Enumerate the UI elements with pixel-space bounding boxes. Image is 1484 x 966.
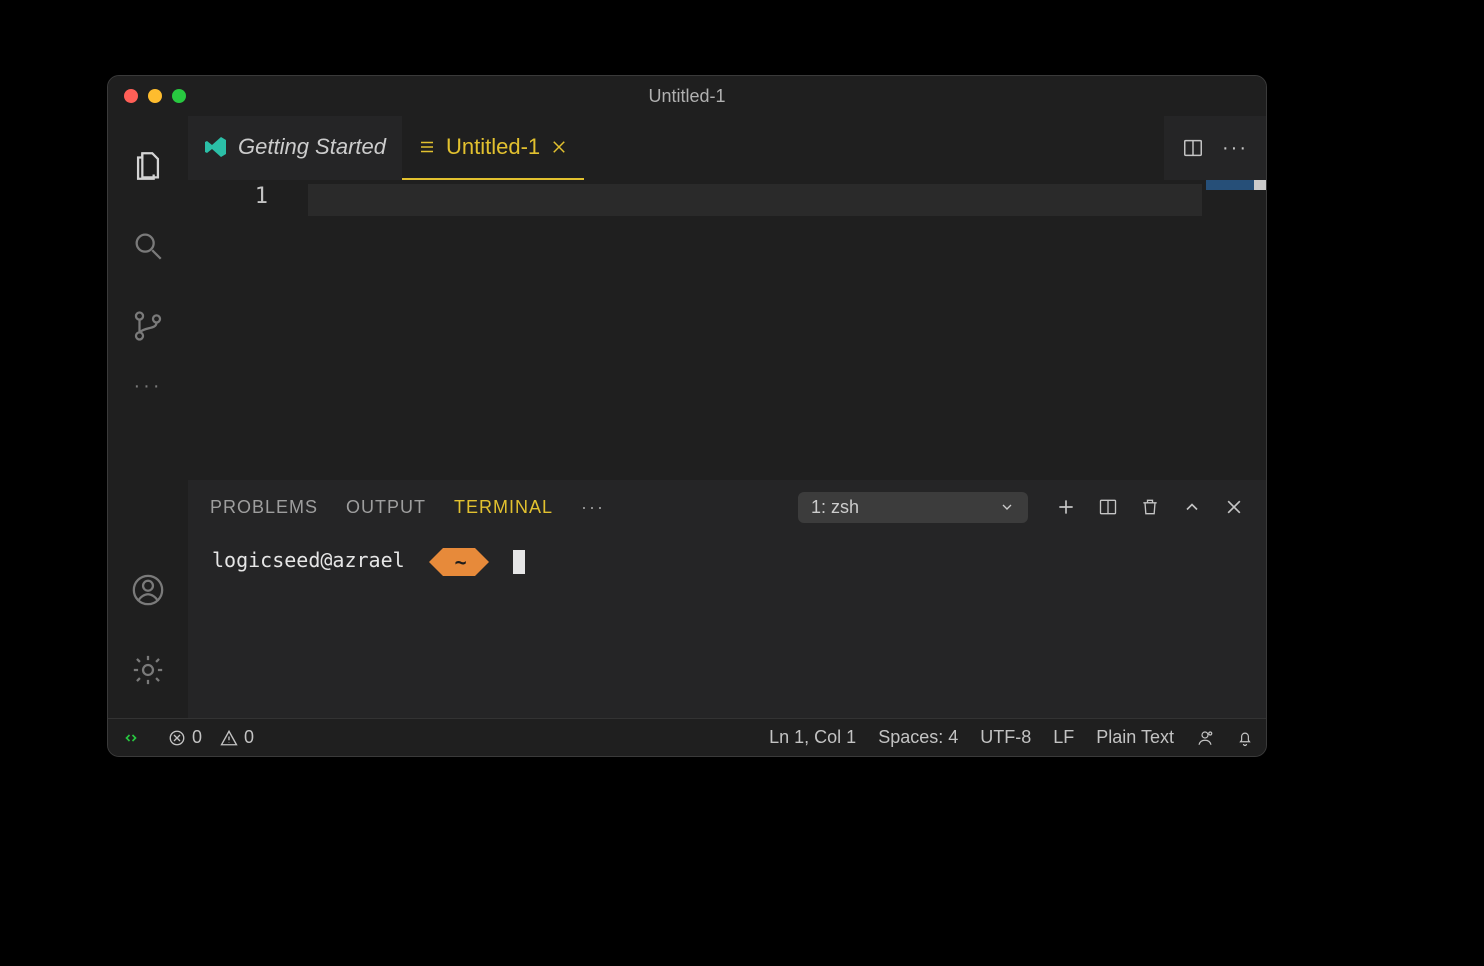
maximize-panel-button[interactable] <box>1182 497 1202 517</box>
split-icon <box>1182 137 1204 159</box>
activity-bar: ··· <box>108 116 188 718</box>
tab-getting-started[interactable]: Getting Started <box>188 116 402 180</box>
line-gutter: 1 <box>188 180 308 480</box>
text-editor[interactable]: 1 <box>188 180 1266 480</box>
branch-icon <box>131 309 165 343</box>
split-terminal-button[interactable] <box>1098 497 1118 517</box>
menu-icon <box>418 138 436 156</box>
terminal-prompt-path: ~ <box>443 548 475 576</box>
feedback-button[interactable] <box>1196 729 1214 747</box>
terminal-prompt-user: logicseed@azrael <box>212 548 405 572</box>
terminal-cursor <box>513 550 525 574</box>
window-title: Untitled-1 <box>108 86 1266 107</box>
trash-icon <box>1140 497 1160 517</box>
panel-tab-output[interactable]: OUTPUT <box>346 497 426 518</box>
eol[interactable]: LF <box>1053 727 1074 748</box>
new-terminal-button[interactable] <box>1056 497 1076 517</box>
close-tab-button[interactable] <box>550 138 568 156</box>
minimize-window-button[interactable] <box>148 89 162 103</box>
encoding[interactable]: UTF-8 <box>980 727 1031 748</box>
line-number: 1 <box>188 184 268 209</box>
close-icon <box>1224 497 1244 517</box>
source-control-tab[interactable] <box>108 286 188 366</box>
error-icon <box>168 729 186 747</box>
language-mode[interactable]: Plain Text <box>1096 727 1174 748</box>
vscode-window: Untitled-1 <box>107 75 1267 757</box>
search-tab[interactable] <box>108 206 188 286</box>
warnings-count: 0 <box>244 727 254 748</box>
warnings-button[interactable]: 0 <box>220 727 254 748</box>
tab-untitled-1[interactable]: Untitled-1 <box>402 116 584 180</box>
panel-header: PROBLEMS OUTPUT TERMINAL ··· 1: zsh <box>188 480 1266 534</box>
bottom-panel: PROBLEMS OUTPUT TERMINAL ··· 1: zsh <box>188 480 1266 718</box>
gear-icon <box>131 653 165 687</box>
minimap[interactable] <box>1206 180 1266 480</box>
traffic-lights <box>124 89 186 103</box>
title-bar: Untitled-1 <box>108 76 1266 116</box>
editor-more-button[interactable]: ··· <box>1222 137 1248 160</box>
terminal-selector[interactable]: 1: zsh <box>798 492 1028 523</box>
close-panel-button[interactable] <box>1224 497 1244 517</box>
split-icon <box>1098 497 1118 517</box>
chevron-up-icon <box>1182 497 1202 517</box>
tabs-row: Getting Started Untitled-1 ··· <box>188 116 1266 180</box>
remote-button[interactable] <box>112 729 150 747</box>
terminal-selector-label: 1: zsh <box>811 497 859 518</box>
settings-button[interactable] <box>108 630 188 710</box>
editor-actions: ··· <box>1164 116 1266 180</box>
editor-group: Getting Started Untitled-1 ··· <box>188 116 1266 718</box>
editor-content[interactable] <box>308 180 1266 480</box>
remote-icon <box>122 729 140 747</box>
close-icon <box>550 138 568 156</box>
errors-button[interactable]: 0 <box>168 727 202 748</box>
files-icon <box>131 149 165 183</box>
notifications-button[interactable] <box>1236 729 1254 747</box>
explorer-tab[interactable] <box>108 126 188 206</box>
tab-label: Getting Started <box>238 134 386 160</box>
accounts-button[interactable] <box>108 550 188 630</box>
panel-tab-terminal[interactable]: TERMINAL <box>454 497 553 518</box>
indentation[interactable]: Spaces: 4 <box>878 727 958 748</box>
maximize-window-button[interactable] <box>172 89 186 103</box>
current-line-highlight <box>308 184 1202 216</box>
cursor-position[interactable]: Ln 1, Col 1 <box>769 727 856 748</box>
terminal[interactable]: logicseed@azrael ~ <box>188 534 1266 718</box>
account-icon <box>131 573 165 607</box>
chevron-down-icon <box>999 499 1015 515</box>
feedback-icon <box>1196 729 1214 747</box>
tab-label: Untitled-1 <box>446 134 540 160</box>
errors-count: 0 <box>192 727 202 748</box>
search-icon <box>131 229 165 263</box>
split-editor-button[interactable] <box>1182 137 1204 159</box>
warning-icon <box>220 729 238 747</box>
bell-icon <box>1236 729 1254 747</box>
kill-terminal-button[interactable] <box>1140 497 1160 517</box>
plus-icon <box>1056 497 1076 517</box>
activity-bar-overflow[interactable]: ··· <box>108 366 188 406</box>
panel-tab-overflow[interactable]: ··· <box>581 497 605 518</box>
vscode-icon <box>204 135 228 159</box>
panel-tab-problems[interactable]: PROBLEMS <box>210 497 318 518</box>
close-window-button[interactable] <box>124 89 138 103</box>
status-bar: 0 0 Ln 1, Col 1 Spaces: 4 UTF-8 LF Plain… <box>108 718 1266 756</box>
